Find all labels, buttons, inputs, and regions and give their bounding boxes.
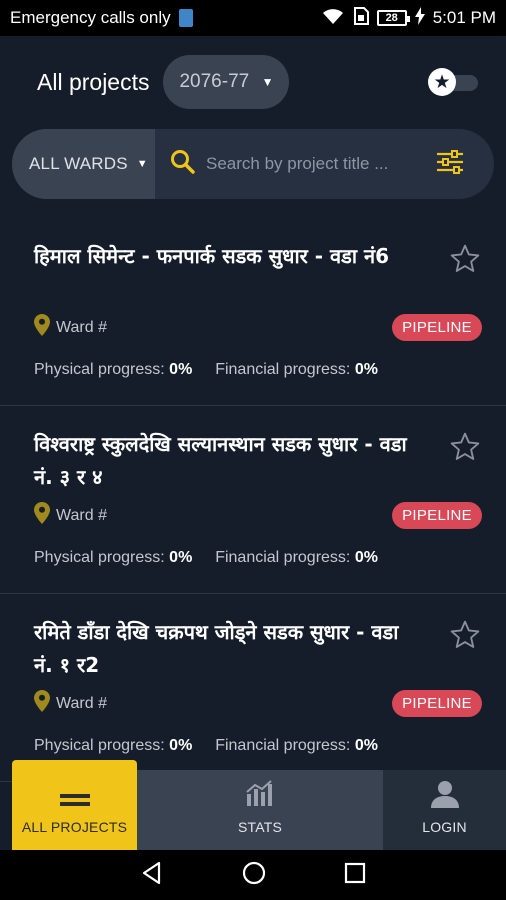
location-pin-icon xyxy=(34,690,50,717)
status-badge: PIPELINE xyxy=(392,690,482,717)
chevron-down-icon: ▼ xyxy=(261,75,274,89)
ward-filter-select[interactable]: ALL WARDS ▼ xyxy=(12,129,155,199)
battery-level: 28 xyxy=(385,12,398,24)
status-badge: PIPELINE xyxy=(392,314,482,341)
ward-label: Ward # xyxy=(56,318,107,336)
project-card[interactable]: विश्वराष्ट्र स्कुलदेखि सल्यानस्थान सडक स… xyxy=(0,406,506,594)
star-outline-icon[interactable] xyxy=(448,430,482,464)
sim-card-icon xyxy=(353,6,369,30)
ward-label: Ward # xyxy=(56,506,107,524)
financial-progress-value: 0% xyxy=(354,361,378,378)
physical-progress-label: Physical progress: xyxy=(34,549,165,566)
home-icon[interactable] xyxy=(241,860,267,891)
location-pin-icon xyxy=(34,314,50,341)
search-area xyxy=(155,129,494,199)
search-input[interactable] xyxy=(206,144,436,184)
bar-chart-icon xyxy=(245,780,275,811)
carrier-text: Emergency calls only xyxy=(10,8,171,27)
physical-progress-value: 0% xyxy=(169,361,193,378)
search-bar: ALL WARDS ▼ xyxy=(12,129,494,199)
progress-row: Physical progress: 0% Financial progress… xyxy=(34,549,378,567)
physical-progress-value: 0% xyxy=(169,737,193,754)
project-meta: Ward # PIPELINE xyxy=(34,502,482,529)
location-pin-icon xyxy=(34,502,50,529)
project-list: हिमाल सिमेन्ट - फनपार्क सडक सुधार - वडा … xyxy=(0,218,506,782)
financial-progress-label: Financial progress: xyxy=(215,737,351,754)
project-title: रमिते डाँडा देखि चक्रपथ जोड्ने सडक सुधार… xyxy=(34,620,399,677)
nav-stats-label: STATS xyxy=(237,819,283,835)
wifi-icon xyxy=(321,7,345,30)
fiscal-year-value: 2076-77 xyxy=(179,71,250,92)
star-icon: ★ xyxy=(428,68,456,96)
charging-icon xyxy=(414,6,425,30)
status-bar: Emergency calls only 28 5:01 PM xyxy=(0,0,506,36)
ward-filter-value: ALL WARDS xyxy=(29,154,128,173)
physical-progress-label: Physical progress: xyxy=(34,737,165,754)
financial-progress-value: 0% xyxy=(354,737,378,754)
page-title: All projects xyxy=(37,68,150,95)
project-title: हिमाल सिमेन्ट - फनपार्क सडक सुधार - वडा … xyxy=(34,244,390,268)
progress-row: Physical progress: 0% Financial progress… xyxy=(34,361,378,379)
ward-label: Ward # xyxy=(56,694,107,712)
favorites-toggle[interactable]: ★ xyxy=(428,68,478,96)
app-header: All projects 2076-77 ▼ ★ xyxy=(0,36,506,128)
project-title: विश्वराष्ट्र स्कुलदेखि सल्यानस्थान सडक स… xyxy=(34,432,407,489)
bottom-nav: ALL PROJECTS STATS LOGIN xyxy=(0,760,506,850)
sim-icon xyxy=(178,9,193,27)
battery-icon: 28 xyxy=(376,10,410,26)
physical-progress-value: 0% xyxy=(169,549,193,566)
menu-icon xyxy=(59,792,90,811)
project-card[interactable]: रमिते डाँडा देखि चक्रपथ जोड्ने सडक सुधार… xyxy=(0,594,506,782)
progress-row: Physical progress: 0% Financial progress… xyxy=(34,737,378,755)
fiscal-year-select[interactable]: 2076-77 ▼ xyxy=(163,55,290,109)
nav-stats[interactable]: STATS xyxy=(137,770,383,850)
system-nav-bar xyxy=(0,850,506,900)
financial-progress-label: Financial progress: xyxy=(215,549,351,566)
search-icon xyxy=(170,149,196,180)
chevron-down-icon: ▼ xyxy=(136,158,148,170)
project-meta: Ward # PIPELINE xyxy=(34,314,482,341)
user-icon xyxy=(430,780,460,811)
back-icon[interactable] xyxy=(139,860,165,891)
project-meta: Ward # PIPELINE xyxy=(34,690,482,717)
nav-all-projects-label: ALL PROJECTS xyxy=(21,819,128,835)
status-badge: PIPELINE xyxy=(392,502,482,529)
physical-progress-label: Physical progress: xyxy=(34,361,165,378)
nav-login-label: LOGIN xyxy=(422,819,467,835)
star-outline-icon[interactable] xyxy=(448,242,482,276)
filter-sliders-icon[interactable] xyxy=(436,149,464,179)
status-time: 5:01 PM xyxy=(432,8,496,27)
star-outline-icon[interactable] xyxy=(448,618,482,652)
recents-icon[interactable] xyxy=(343,861,367,890)
project-card[interactable]: हिमाल सिमेन्ट - फनपार्क सडक सुधार - वडा … xyxy=(0,218,506,406)
nav-all-projects[interactable]: ALL PROJECTS xyxy=(12,760,137,850)
financial-progress-value: 0% xyxy=(354,549,378,566)
nav-login[interactable]: LOGIN xyxy=(383,770,506,850)
financial-progress-label: Financial progress: xyxy=(215,361,351,378)
